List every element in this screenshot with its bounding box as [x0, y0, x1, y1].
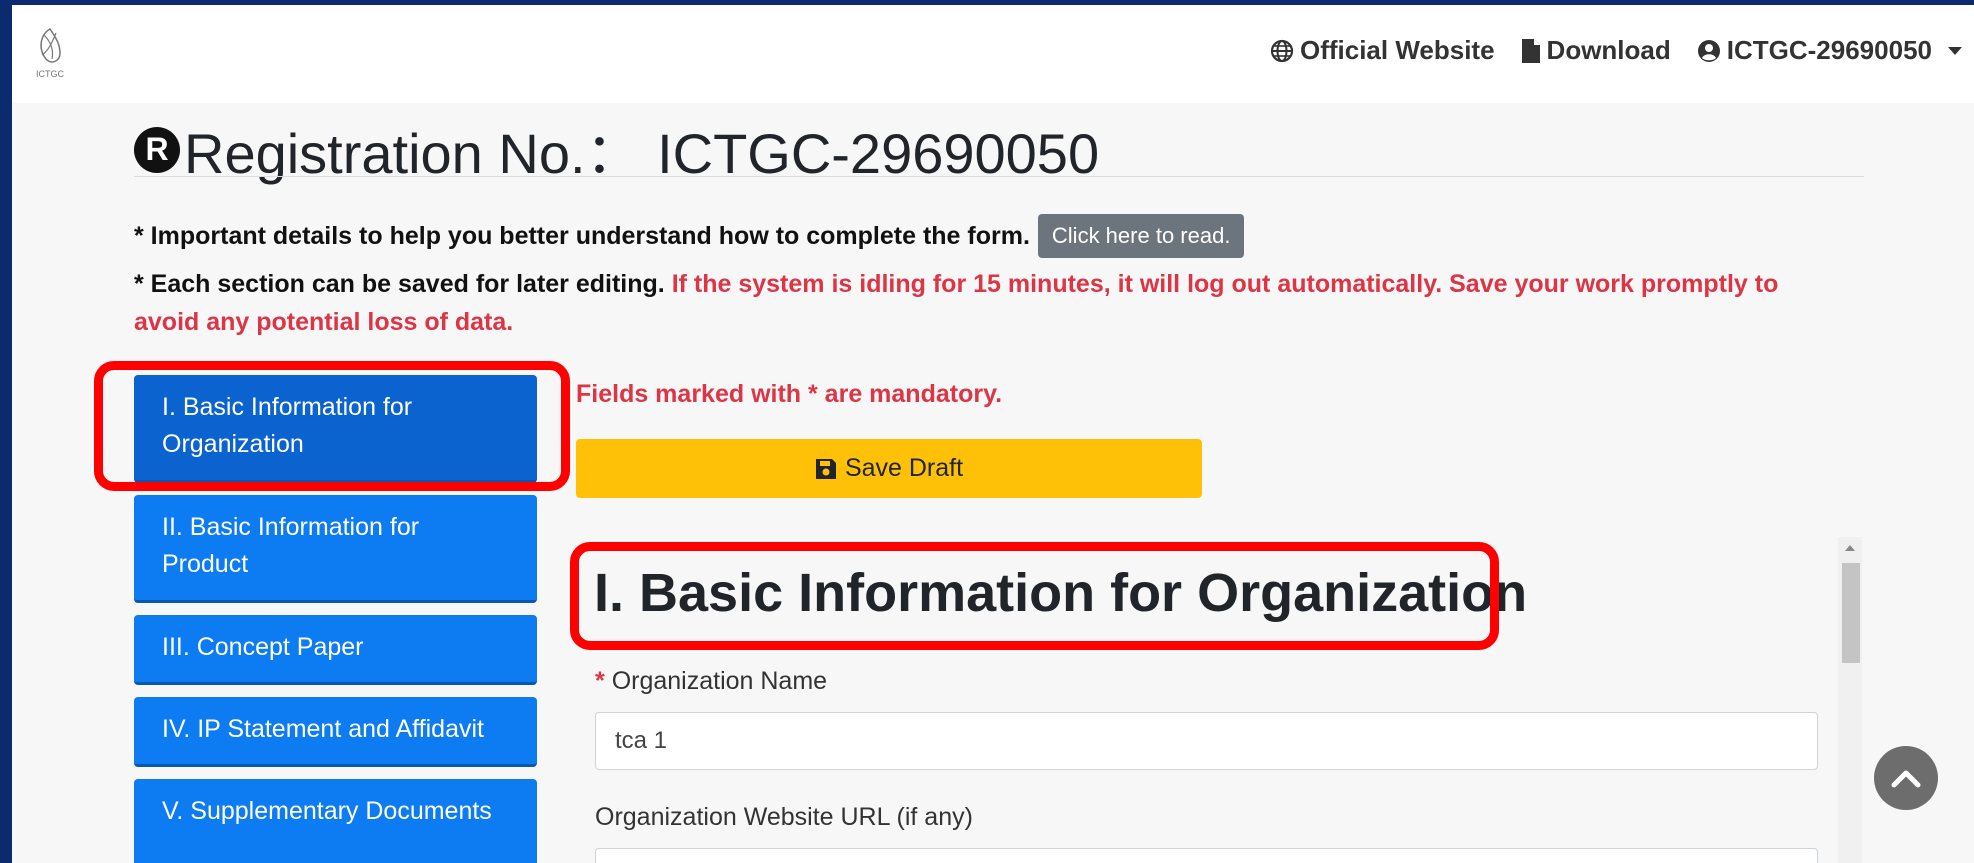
scroll-up-arrow-icon[interactable] [1845, 545, 1855, 551]
svg-text:ICTGC: ICTGC [36, 69, 64, 79]
title-divider [134, 176, 1864, 177]
download-label: Download [1546, 35, 1671, 65]
website-url-label: Organization Website URL (if any) [595, 803, 973, 831]
registration-number: Registration No.： ICTGC-29690050 [184, 122, 1100, 185]
download-link[interactable]: Download [1521, 35, 1671, 66]
mandatory-note: Fields marked with * are mandatory. [576, 380, 1003, 408]
sidebar-item-product[interactable]: II. Basic Information for Product [134, 495, 537, 603]
page-title: R Registration No.： ICTGC-29690050 [134, 109, 1099, 190]
save-draft-label: Save Draft [844, 454, 964, 482]
highlight-box-heading [570, 542, 1499, 650]
instructions-note: * Important details to help you better u… [134, 214, 1245, 258]
file-icon [1521, 38, 1540, 63]
form-scrollbar[interactable] [1838, 537, 1862, 863]
back-to-top-button[interactable] [1874, 746, 1938, 810]
sidebar-item-label: V. Supplementary Documents [162, 797, 492, 825]
user-id-label: ICTGC-29690050 [1726, 35, 1932, 65]
ictgc-logo[interactable]: ICTGC [30, 25, 70, 81]
sidebar-item-supplementary[interactable]: V. Supplementary Documents [134, 779, 537, 863]
save-draft-button[interactable]: Save Draft [576, 439, 1202, 498]
chevron-up-icon [1891, 770, 1921, 788]
highlight-box-sidebar [94, 361, 570, 491]
sidebar-item-label: IV. IP Statement and Affidavit [162, 715, 484, 743]
sidebar-item-label: II. Basic Information for Product [162, 513, 420, 578]
autosave-warning: * Each section can be saved for later ed… [134, 265, 1844, 341]
instructions-text: * Important details to help you better u… [134, 221, 1030, 250]
website-url-input[interactable] [595, 848, 1818, 863]
sidebar-item-concept-paper[interactable]: III. Concept Paper [134, 615, 537, 685]
official-website-label: Official Website [1299, 35, 1495, 65]
sidebar-item-label: III. Concept Paper [162, 633, 364, 661]
user-menu-dropdown[interactable]: ICTGC-29690050 [1697, 35, 1962, 66]
page-frame: ICTGC Official Website Download ICTGC-29… [12, 5, 1974, 863]
top-navbar: ICTGC Official Website Download ICTGC-29… [12, 5, 1974, 103]
org-name-label-text: Organization Name [611, 667, 828, 695]
read-instructions-button[interactable]: Click here to read. [1037, 214, 1245, 258]
registered-icon: R [134, 126, 180, 173]
user-circle-icon [1697, 39, 1720, 62]
floppy-disk-icon [815, 458, 836, 479]
required-asterisk: * [595, 667, 605, 695]
sidebar-item-ip-statement[interactable]: IV. IP Statement and Affidavit [134, 697, 537, 767]
save-note-text: * Each section can be saved for later ed… [134, 270, 665, 298]
org-name-label: * Organization Name [595, 667, 827, 696]
official-website-link[interactable]: Official Website [1270, 35, 1495, 66]
scroll-thumb[interactable] [1842, 563, 1860, 663]
globe-icon [1270, 39, 1294, 62]
org-name-input[interactable]: tca 1 [595, 712, 1818, 770]
chevron-down-icon [1948, 46, 1962, 55]
